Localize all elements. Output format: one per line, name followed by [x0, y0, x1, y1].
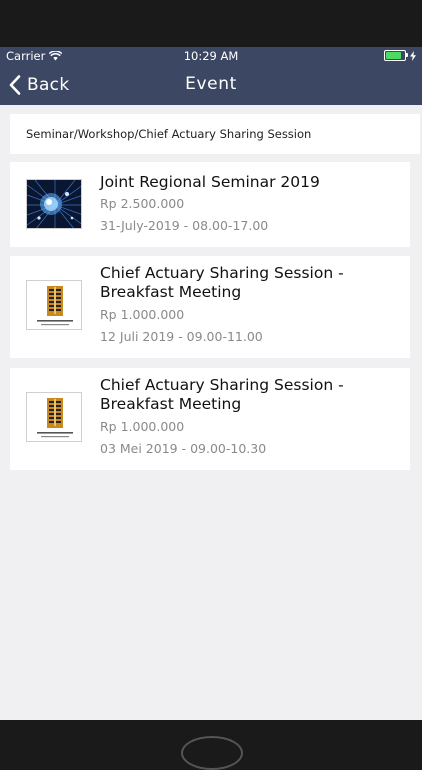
event-thumbnail-network	[26, 179, 82, 229]
breadcrumb: Seminar/Workshop/Chief Actuary Sharing S…	[10, 114, 420, 154]
event-date: 31-July-2019 - 08.00-17.00	[100, 218, 269, 233]
device-top-bezel	[0, 0, 422, 47]
event-card[interactable]: Chief Actuary Sharing Session - Breakfas…	[10, 368, 410, 470]
event-date: 03 Mei 2019 - 09.00-10.30	[100, 441, 267, 456]
association-logo	[26, 392, 82, 442]
charging-bolt-icon	[410, 50, 416, 61]
battery-icon	[384, 50, 408, 61]
event-title: Chief Actuary Sharing Session - Breakfas…	[100, 264, 344, 301]
nav-bar: Back Event	[0, 65, 422, 105]
association-logo	[26, 280, 82, 330]
event-price: Rp 1.000.000	[100, 307, 185, 322]
event-price: Rp 1.000.000	[100, 419, 185, 434]
event-date: 12 Juli 2019 - 09.00-11.00	[100, 329, 263, 344]
event-title: Joint Regional Seminar 2019	[100, 173, 320, 191]
battery-level	[386, 52, 402, 59]
app-screen: Carrier 10:29 AM Back Event Seminar/Work…	[0, 47, 422, 720]
clock: 10:29 AM	[183, 49, 239, 63]
home-button[interactable]	[181, 736, 243, 770]
event-title: Chief Actuary Sharing Session - Breakfas…	[100, 376, 344, 413]
status-bar: Carrier 10:29 AM	[0, 47, 422, 65]
breadcrumb-label: Seminar/Workshop/Chief Actuary Sharing S…	[26, 127, 312, 141]
event-card[interactable]: Joint Regional Seminar 2019 Rp 2.500.000…	[10, 162, 410, 247]
page-title: Event	[185, 74, 237, 94]
event-card[interactable]: Chief Actuary Sharing Session - Breakfas…	[10, 256, 410, 358]
event-price: Rp 2.500.000	[100, 196, 185, 211]
